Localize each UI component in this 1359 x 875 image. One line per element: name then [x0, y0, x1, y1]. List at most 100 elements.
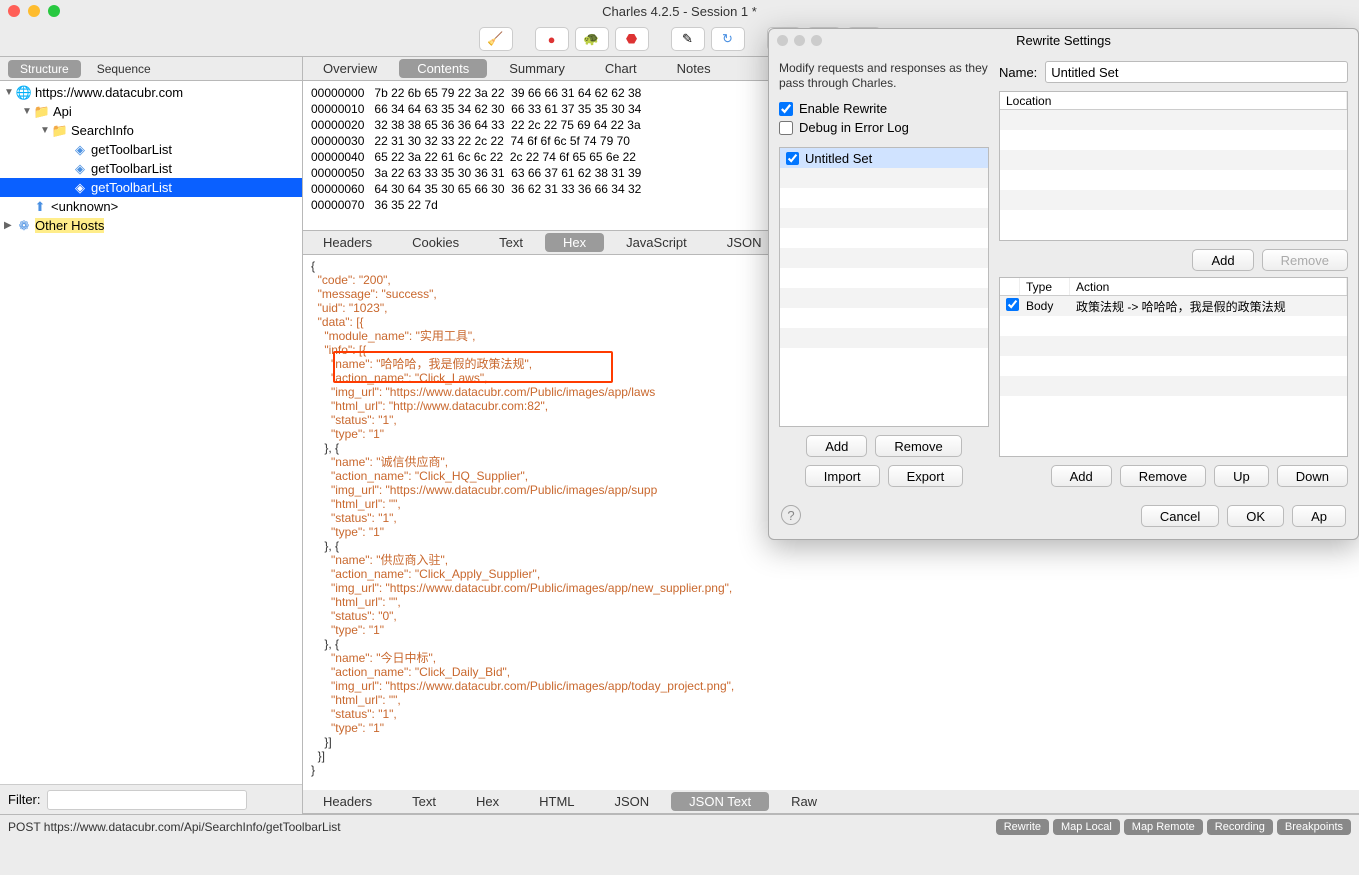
debug-errorlog-checkbox[interactable]: Debug in Error Log [779, 120, 989, 135]
import-button[interactable]: Import [805, 465, 880, 487]
location-table[interactable]: Location [999, 91, 1348, 241]
action-header: Action [1070, 278, 1347, 295]
toolbar-record-button[interactable]: ● [535, 27, 569, 51]
tab-javascript[interactable]: JavaScript [608, 233, 705, 252]
tree-folder-label: Api [53, 104, 72, 119]
name-label: Name: [999, 65, 1037, 80]
tree-item-label: getToolbarList [91, 180, 172, 195]
remove-set-button[interactable]: Remove [875, 435, 961, 457]
rule-checkbox[interactable] [1006, 298, 1019, 311]
rules-table[interactable]: Type Action Body 政策法规 -> 哈哈哈，我是假的政策法规 [999, 277, 1348, 457]
status-breakpoints[interactable]: Breakpoints [1277, 819, 1351, 835]
ok-button[interactable]: OK [1227, 505, 1284, 527]
tree-host[interactable]: ▼🌐 https://www.datacubr.com [0, 83, 302, 102]
toolbar-edit-button[interactable]: ✎ [671, 27, 705, 51]
tree-host-label: https://www.datacubr.com [35, 85, 183, 100]
request-icon: ◈ [72, 161, 88, 177]
rewrite-settings-dialog: Rewrite Settings Modify requests and res… [768, 28, 1359, 540]
gear-icon: ❁ [16, 218, 32, 234]
toolbar-breakpoints-button[interactable]: ⬣ [615, 27, 649, 51]
type-header: Type [1020, 278, 1070, 295]
window-title: Charles 4.2.5 - Session 1 * [0, 4, 1359, 19]
rule-action: 政策法规 -> 哈哈哈，我是假的政策法规 [1070, 296, 1347, 317]
tab-headers[interactable]: Headers [305, 233, 390, 252]
tab-text-b[interactable]: Text [394, 792, 454, 811]
tab-structure[interactable]: Structure [8, 60, 81, 78]
cancel-button[interactable]: Cancel [1141, 505, 1219, 527]
tab-hex-b[interactable]: Hex [458, 792, 517, 811]
tree-other-label: Other Hosts [35, 218, 104, 233]
status-maplocal[interactable]: Map Local [1053, 819, 1120, 835]
tree-unknown[interactable]: ⬆ <unknown> [0, 197, 302, 216]
rule-type: Body [1020, 297, 1070, 315]
tab-text[interactable]: Text [481, 233, 541, 252]
tree-folder-api[interactable]: ▼ 📁 Api [0, 102, 302, 121]
toolbar-repeat-button[interactable]: ↻ [711, 27, 745, 51]
tree-folder-searchinfo[interactable]: ▼ 📁 SearchInfo [0, 121, 302, 140]
enable-rewrite-checkbox[interactable]: Enable Rewrite [779, 101, 989, 116]
status-recording[interactable]: Recording [1207, 819, 1273, 835]
export-button[interactable]: Export [888, 465, 964, 487]
up-rule-button[interactable]: Up [1214, 465, 1269, 487]
tab-html-b[interactable]: HTML [521, 792, 592, 811]
tab-sequence[interactable]: Sequence [85, 60, 163, 78]
add-set-button[interactable]: Add [806, 435, 867, 457]
tab-jsontext-b[interactable]: JSON Text [671, 792, 769, 811]
tab-notes[interactable]: Notes [659, 59, 729, 78]
tree-request[interactable]: ◈ getToolbarList [0, 159, 302, 178]
apply-button[interactable]: Ap [1292, 505, 1346, 527]
globe-icon: 🌐 [16, 85, 32, 101]
request-icon: ◈ [72, 180, 88, 196]
toolbar-throttle-button[interactable]: 🐢 [575, 27, 609, 51]
dialog-description: Modify requests and responses as they pa… [779, 61, 989, 91]
tab-headers-b[interactable]: Headers [305, 792, 390, 811]
filter-bar: Filter: [0, 784, 302, 814]
sidebar-tabs: Structure Sequence [0, 57, 302, 81]
filter-input[interactable] [47, 790, 247, 810]
dialog-titlebar: Rewrite Settings [769, 29, 1358, 51]
status-text: POST https://www.datacubr.com/Api/Search… [8, 820, 341, 834]
status-mapremote[interactable]: Map Remote [1124, 819, 1203, 835]
tab-cookies[interactable]: Cookies [394, 233, 477, 252]
status-rewrite[interactable]: Rewrite [996, 819, 1049, 835]
toolbar-clear-button[interactable]: 🧹 [479, 27, 513, 51]
tree-other-hosts[interactable]: ▶❁ Other Hosts [0, 216, 302, 235]
filter-label: Filter: [8, 792, 41, 807]
window-titlebar: Charles 4.2.5 - Session 1 * [0, 0, 1359, 22]
tab-overview[interactable]: Overview [305, 59, 395, 78]
rule-sets-list[interactable]: Untitled Set [779, 147, 989, 427]
tab-contents[interactable]: Contents [399, 59, 487, 78]
folder-icon: 📁 [34, 104, 50, 120]
tree-item-label: getToolbarList [91, 142, 172, 157]
add-rule-button[interactable]: Add [1051, 465, 1112, 487]
rule-row[interactable]: Body 政策法规 -> 哈哈哈，我是假的政策法规 [1000, 296, 1347, 316]
folder-icon: 📁 [52, 123, 68, 139]
tab-summary[interactable]: Summary [491, 59, 583, 78]
remove-rule-button[interactable]: Remove [1120, 465, 1206, 487]
rule-set-row[interactable]: Untitled Set [780, 148, 988, 168]
tab-raw-b[interactable]: Raw [773, 792, 835, 811]
dialog-title: Rewrite Settings [769, 33, 1358, 48]
tab-hex[interactable]: Hex [545, 233, 604, 252]
tree-folder-label: SearchInfo [71, 123, 134, 138]
tree-item-label: getToolbarList [91, 161, 172, 176]
rule-set-name: Untitled Set [805, 151, 872, 166]
remove-location-button[interactable]: Remove [1262, 249, 1348, 271]
highlight-annotation [333, 351, 613, 383]
tree-unknown-label: <unknown> [51, 199, 118, 214]
help-icon[interactable]: ? [781, 505, 801, 525]
request-icon: ◈ [72, 142, 88, 158]
tree-request-selected[interactable]: ◈ getToolbarList [0, 178, 302, 197]
tab-chart[interactable]: Chart [587, 59, 655, 78]
response-format-tabs: Headers Text Hex HTML JSON JSON Text Raw [303, 790, 1359, 814]
tab-json-b[interactable]: JSON [597, 792, 668, 811]
host-tree[interactable]: ▼🌐 https://www.datacubr.com ▼ 📁 Api ▼ 📁 … [0, 81, 302, 784]
down-rule-button[interactable]: Down [1277, 465, 1348, 487]
set-name-input[interactable] [1045, 61, 1348, 83]
rule-set-checkbox[interactable] [786, 152, 799, 165]
tree-request[interactable]: ◈ getToolbarList [0, 140, 302, 159]
location-header: Location [1000, 92, 1347, 109]
left-sidebar: Structure Sequence ▼🌐 https://www.datacu… [0, 57, 303, 814]
add-location-button[interactable]: Add [1192, 249, 1253, 271]
status-bar: POST https://www.datacubr.com/Api/Search… [0, 814, 1359, 838]
